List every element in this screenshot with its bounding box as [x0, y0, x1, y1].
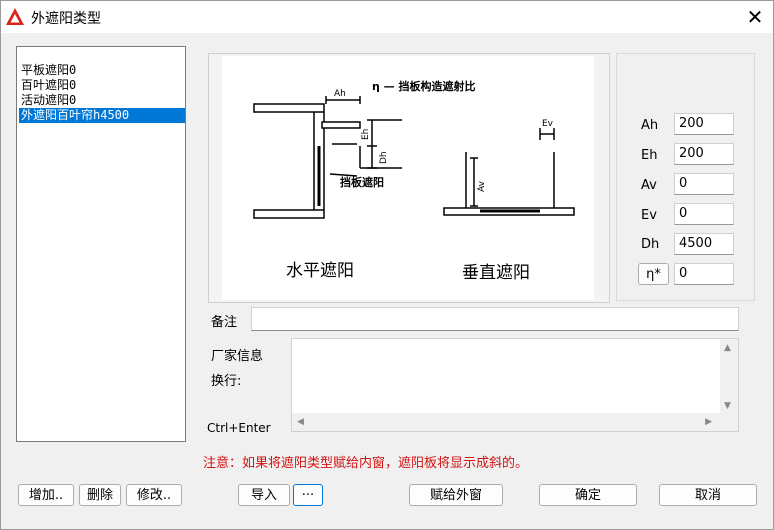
- assign-outer-window-button[interactable]: 赋给外窗: [409, 484, 503, 506]
- baffle-label: 挡板遮阳: [340, 175, 384, 189]
- list-item[interactable]: 平板遮阳0: [19, 63, 185, 78]
- import-button[interactable]: 导入: [238, 484, 290, 506]
- shade-type-dialog: 外遮阳类型 ✕ 平板遮阳0 百叶遮阳0 活动遮阳0 外遮阳百叶帘h4500 Ah…: [0, 0, 774, 530]
- delete-button[interactable]: 删除: [79, 484, 121, 506]
- dim-ev-label: Ev: [542, 119, 554, 129]
- vendor-info-textarea[interactable]: ▲ ▼ ◀ ▶: [291, 338, 739, 432]
- horizontal-shade-title: 水平遮阳: [286, 261, 354, 281]
- close-icon[interactable]: ✕: [745, 7, 765, 27]
- param-input-eh[interactable]: 200: [674, 143, 734, 165]
- param-label-eh: Eh: [641, 148, 658, 163]
- vendor-horizontal-scrollbar[interactable]: ◀ ▶: [292, 413, 738, 431]
- param-input-av[interactable]: 0: [674, 173, 734, 195]
- eta-caption: η — 挡板构造遮射比: [372, 79, 476, 93]
- param-label-dh: Dh: [641, 237, 660, 252]
- vendor-label: 厂家信息: [211, 349, 264, 364]
- title-bar[interactable]: 外遮阳类型 ✕: [1, 1, 773, 33]
- param-label-ah: Ah: [641, 118, 659, 133]
- eta-button[interactable]: η*: [638, 263, 669, 285]
- scroll-up-icon[interactable]: ▲: [724, 343, 731, 353]
- scroll-left-icon[interactable]: ◀: [297, 417, 304, 427]
- more-button[interactable]: ···: [293, 484, 323, 506]
- cancel-button[interactable]: 取消: [659, 484, 757, 506]
- vendor-vertical-scrollbar[interactable]: ▲ ▼: [720, 339, 738, 413]
- shade-type-list[interactable]: 平板遮阳0 百叶遮阳0 活动遮阳0 外遮阳百叶帘h4500: [16, 46, 186, 442]
- remark-input[interactable]: [251, 307, 739, 331]
- dim-eh-label: Eh: [361, 129, 371, 140]
- shade-diagram: Ah Eh Dh Ev Av η — 挡板构造遮射比 挡板遮阳 水平遮阳 垂直遮…: [222, 56, 594, 300]
- dim-av-label: Av: [477, 180, 487, 192]
- scroll-down-icon[interactable]: ▼: [724, 401, 731, 411]
- list-item[interactable]: 活动遮阳0: [19, 93, 185, 108]
- dim-ah-label: Ah: [334, 89, 346, 99]
- modify-button[interactable]: 修改..: [126, 484, 182, 506]
- window-title: 外遮阳类型: [31, 11, 101, 27]
- param-label-ev: Ev: [641, 208, 657, 223]
- warning-note: 注意：如果将遮阳类型赋给内窗，遮阳板将显示成斜的。: [203, 456, 529, 471]
- list-item[interactable]: 外遮阳百叶帘h4500: [19, 108, 185, 123]
- wrap-label: 换行:: [211, 374, 242, 389]
- app-logo-icon: [6, 8, 24, 25]
- remark-label: 备注: [211, 315, 238, 330]
- ok-button[interactable]: 确定: [539, 484, 637, 506]
- param-label-av: Av: [641, 178, 657, 193]
- param-input-ah[interactable]: 200: [674, 113, 734, 135]
- vertical-shade-title: 垂直遮阳: [462, 263, 530, 283]
- scroll-right-icon[interactable]: ▶: [705, 417, 712, 427]
- diagram-frame: Ah Eh Dh Ev Av η — 挡板构造遮射比 挡板遮阳 水平遮阳 垂直遮…: [208, 53, 610, 303]
- add-button[interactable]: 增加..: [18, 484, 74, 506]
- ctrl-enter-hint: Ctrl+Enter: [207, 421, 271, 435]
- list-item[interactable]: 百叶遮阳0: [19, 78, 185, 93]
- eta-input[interactable]: 0: [674, 263, 734, 285]
- shade-diagram-drawing: Ah Eh Dh Ev Av η — 挡板构造遮射比 挡板遮阳 水平遮阳 垂直遮…: [253, 79, 575, 283]
- param-input-dh[interactable]: 4500: [674, 233, 734, 255]
- dim-dh-label: Dh: [379, 151, 389, 164]
- param-input-ev[interactable]: 0: [674, 203, 734, 225]
- scroll-corner: [720, 413, 738, 431]
